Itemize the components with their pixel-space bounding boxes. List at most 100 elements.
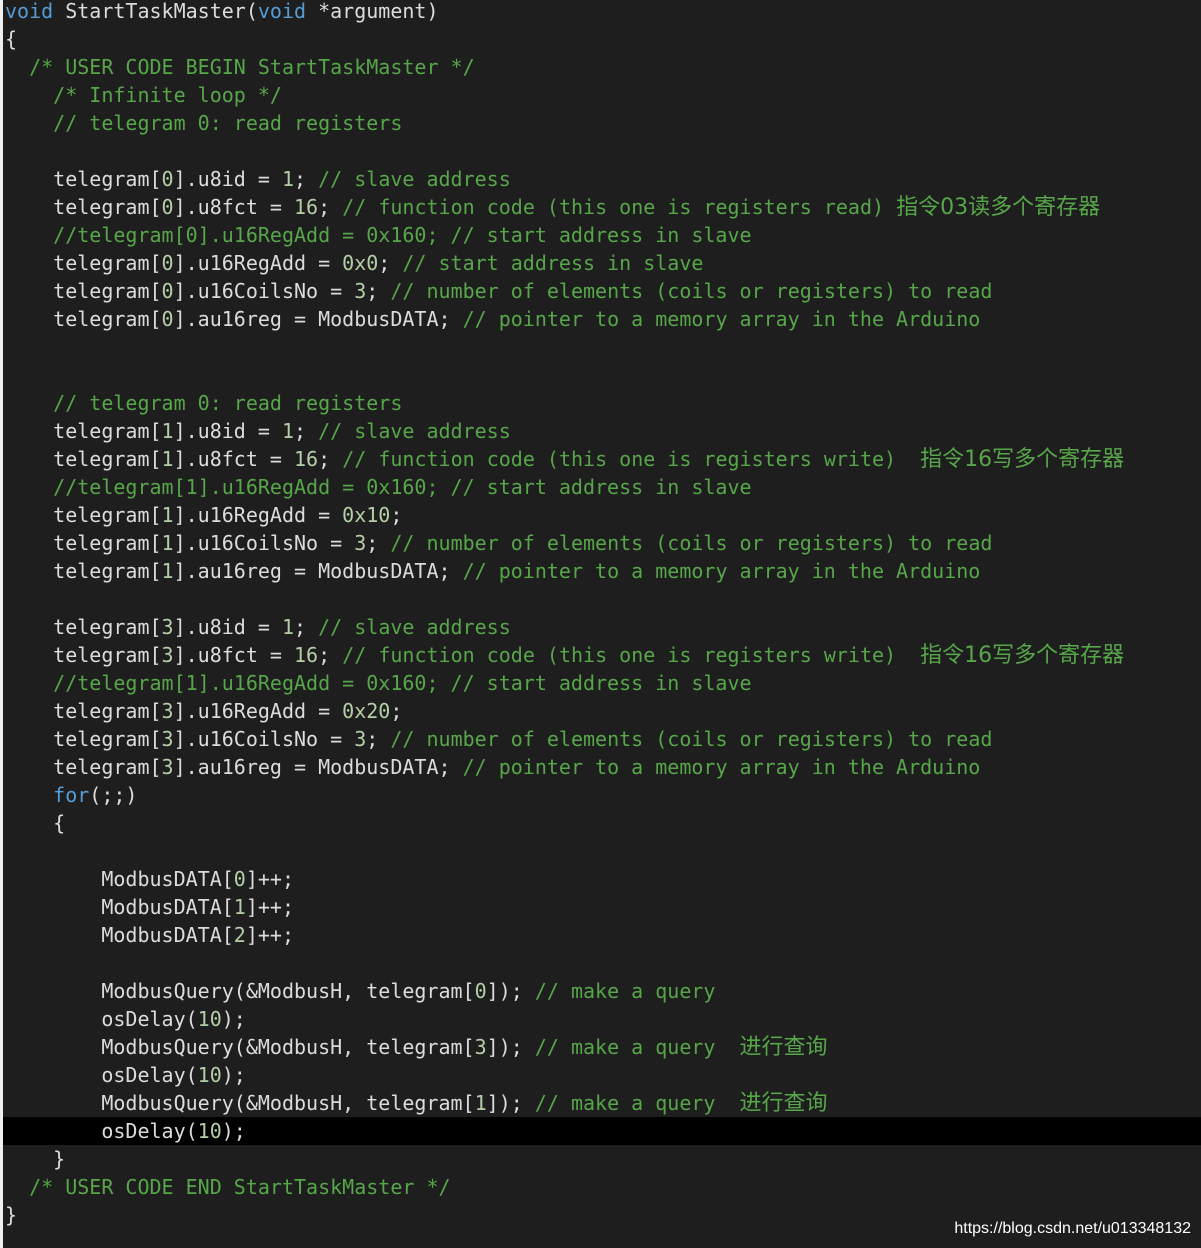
code-token: telegram[ (53, 531, 162, 555)
code-line[interactable]: osDelay(10); (3, 1005, 1201, 1033)
code-line-text: { (5, 809, 65, 837)
code-line[interactable]: telegram[1].u16CoilsNo = 3; // number of… (3, 529, 1201, 557)
code-line[interactable]: telegram[0].u16CoilsNo = 3; // number of… (3, 277, 1201, 305)
code-line[interactable] (3, 837, 1201, 865)
code-token: telegram[ (53, 419, 162, 443)
code-line[interactable]: osDelay(10); (3, 1117, 1201, 1145)
code-line-text: osDelay(10); (5, 1061, 246, 1089)
code-line[interactable]: ModbusQuery(&ModbusH, telegram[0]); // m… (3, 977, 1201, 1005)
code-line[interactable]: /* Infinite loop */ (3, 81, 1201, 109)
code-token: 1 (161, 447, 174, 471)
code-line[interactable]: void StartTaskMaster(void *argument) (3, 0, 1201, 25)
code-line[interactable]: telegram[1].au16reg = ModbusDATA; // poi… (3, 557, 1201, 585)
code-line[interactable]: ModbusQuery(&ModbusH, telegram[3]); // m… (3, 1033, 1201, 1061)
code-token: 指令16写多个寄存器 (920, 447, 1125, 472)
code-token: 0 (161, 167, 174, 191)
code-line[interactable] (3, 333, 1201, 361)
code-token: 进行查询 (739, 1091, 828, 1116)
code-line[interactable]: telegram[3].u8id = 1; // slave address (3, 613, 1201, 641)
code-line-text: telegram[3].au16reg = ModbusDATA; // poi… (5, 753, 980, 781)
code-token: 3 (161, 727, 174, 751)
code-line-text: for(;;) (5, 781, 137, 809)
code-line-text: telegram[1].u16RegAdd = 0x10; (5, 501, 402, 529)
code-token: // pointer to a memory array in the Ardu… (462, 307, 981, 331)
code-token: // make a query (534, 1035, 740, 1059)
code-token: // telegram 0: read registers (53, 391, 403, 415)
code-token: 3 (354, 727, 367, 751)
code-token: 1 (281, 615, 295, 639)
code-line[interactable]: for(;;) (3, 781, 1201, 809)
code-line[interactable]: telegram[3].u16CoilsNo = 3; // number of… (3, 725, 1201, 753)
code-line[interactable]: osDelay(10); (3, 1061, 1201, 1089)
code-token: telegram[ (53, 643, 162, 667)
code-token: ; (390, 503, 403, 527)
code-token: telegram[ (53, 167, 162, 191)
code-line[interactable]: ModbusDATA[0]++; (3, 865, 1201, 893)
code-line[interactable]: //telegram[1].u16RegAdd = 0x160; // star… (3, 473, 1201, 501)
code-line[interactable]: telegram[1].u16RegAdd = 0x10; (3, 501, 1201, 529)
code-token: ].u8fct = (173, 195, 295, 219)
code-token: // function code (this one is registers … (342, 447, 921, 471)
code-token: ModbusDATA[ (101, 895, 234, 919)
code-line[interactable]: ModbusDATA[1]++; (3, 893, 1201, 921)
code-token: // pointer to a memory array in the Ardu… (462, 755, 981, 779)
code-token: //telegram[1].u16RegAdd = 0x160; // star… (53, 671, 752, 695)
code-token: telegram[ (53, 195, 162, 219)
code-line-text: telegram[3].u8id = 1; // slave address (5, 613, 511, 641)
code-token: ].au16reg = ModbusDATA; (173, 755, 463, 779)
code-token: // slave address (318, 615, 511, 639)
code-token: // make a query (534, 1091, 740, 1115)
code-token: 1 (281, 419, 295, 443)
code-line[interactable]: { (3, 809, 1201, 837)
code-line[interactable]: ModbusDATA[2]++; (3, 921, 1201, 949)
code-token: for (53, 783, 90, 807)
code-line[interactable]: telegram[1].u8id = 1; // slave address (3, 417, 1201, 445)
code-line[interactable]: telegram[0].u8fct = 16; // function code… (3, 193, 1201, 221)
code-line[interactable]: telegram[0].u16RegAdd = 0x0; // start ad… (3, 249, 1201, 277)
code-line[interactable]: // telegram 0: read registers (3, 109, 1201, 137)
code-line[interactable]: /* USER CODE BEGIN StartTaskMaster */ (3, 53, 1201, 81)
code-token: ; (294, 167, 319, 191)
code-editor[interactable]: void StartTaskMaster(void *argument){ /*… (0, 0, 1201, 1248)
code-token: telegram[ (53, 251, 162, 275)
code-line[interactable]: telegram[0].u8id = 1; // slave address (3, 165, 1201, 193)
code-line[interactable] (3, 949, 1201, 977)
code-line[interactable]: telegram[0].au16reg = ModbusDATA; // poi… (3, 305, 1201, 333)
code-token: 1 (233, 895, 246, 919)
code-token: 0 (161, 195, 174, 219)
code-token: // make a query (534, 979, 716, 1003)
code-token: 1 (161, 419, 174, 443)
code-token: ].u16RegAdd = (173, 503, 343, 527)
code-line[interactable]: telegram[3].u8fct = 16; // function code… (3, 641, 1201, 669)
code-line-text: { (5, 25, 17, 53)
code-line[interactable]: ModbusQuery(&ModbusH, telegram[1]); // m… (3, 1089, 1201, 1117)
code-line[interactable]: //telegram[0].u16RegAdd = 0x160; // star… (3, 221, 1201, 249)
code-token: osDelay( (101, 1119, 198, 1143)
code-line[interactable]: } (3, 1145, 1201, 1173)
code-token: 0x0 (342, 251, 379, 275)
code-line-text: osDelay(10); (5, 1117, 246, 1145)
code-token: // function code (this one is registers … (342, 643, 921, 667)
code-line[interactable]: //telegram[1].u16RegAdd = 0x160; // star… (3, 669, 1201, 697)
code-line[interactable] (3, 137, 1201, 165)
code-line-text: // telegram 0: read registers (5, 109, 402, 137)
code-line[interactable]: telegram[3].u16RegAdd = 0x20; (3, 697, 1201, 725)
code-line-text: telegram[1].u16CoilsNo = 3; // number of… (5, 529, 992, 557)
code-line-text: telegram[0].u16RegAdd = 0x0; // start ad… (5, 249, 703, 277)
code-line-text: } (5, 1201, 17, 1229)
code-line[interactable]: { (3, 25, 1201, 53)
code-token: 3 (161, 615, 174, 639)
code-line-text: osDelay(10); (5, 1005, 246, 1033)
code-line[interactable]: // telegram 0: read registers (3, 389, 1201, 417)
code-token: ModbusQuery(&ModbusH, telegram[ (101, 1035, 475, 1059)
code-line[interactable] (3, 585, 1201, 613)
code-line[interactable]: /* USER CODE END StartTaskMaster */ (3, 1173, 1201, 1201)
code-line[interactable]: telegram[3].au16reg = ModbusDATA; // poi… (3, 753, 1201, 781)
code-token: telegram[ (53, 727, 162, 751)
code-line[interactable] (3, 361, 1201, 389)
code-token: ]); (486, 1091, 535, 1115)
code-line[interactable]: telegram[1].u8fct = 16; // function code… (3, 445, 1201, 473)
code-token: // number of elements (coils or register… (390, 727, 993, 751)
code-line-text: telegram[0].u8id = 1; // slave address (5, 165, 511, 193)
code-token: 3 (161, 699, 174, 723)
